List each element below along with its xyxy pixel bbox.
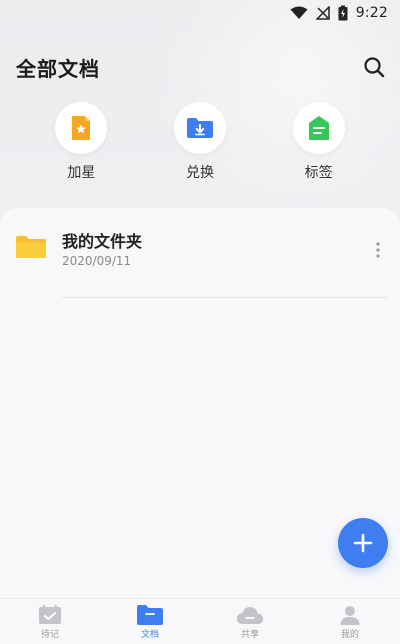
add-button[interactable] xyxy=(338,518,388,568)
wifi-icon xyxy=(290,6,308,20)
search-icon xyxy=(364,57,385,78)
nav-label: 我的 xyxy=(340,630,359,640)
more-options-button[interactable] xyxy=(370,236,386,264)
notebook-icon xyxy=(39,605,61,624)
tab-profile[interactable]: 我的 xyxy=(300,599,400,644)
divider xyxy=(62,297,388,298)
battery-charging-icon xyxy=(338,5,348,21)
tab-notes[interactable]: 待记 xyxy=(0,599,100,644)
plus-icon xyxy=(353,533,373,553)
nav-label: 待记 xyxy=(40,630,59,640)
search-button[interactable] xyxy=(360,53,388,81)
no-signal-icon xyxy=(315,6,330,20)
status-bar: 9:22 xyxy=(0,0,400,26)
quick-action-label: 加星 xyxy=(67,165,96,181)
page-title: 全部文档 xyxy=(16,56,100,81)
nav-label: 共享 xyxy=(240,630,259,640)
quick-action-tag[interactable]: 标签 xyxy=(279,102,359,182)
quick-action-exchange[interactable]: 兑换 xyxy=(160,102,240,182)
bottom-nav: 待记 文档 共享 我的 xyxy=(0,598,400,644)
item-date: 2020/09/11 xyxy=(62,254,132,268)
list-item[interactable]: 我的文件夹 2020/09/11 xyxy=(0,224,400,298)
quick-action-label: 兑换 xyxy=(185,165,214,181)
tab-documents[interactable]: 文档 xyxy=(100,599,200,644)
nav-label: 文档 xyxy=(140,630,159,640)
folder-icon xyxy=(137,605,163,625)
tab-share[interactable]: 共享 xyxy=(200,599,300,644)
item-title: 我的文件夹 xyxy=(62,232,143,251)
header: 全部文档 xyxy=(16,50,388,84)
more-vertical-icon xyxy=(376,242,380,258)
user-icon xyxy=(340,606,360,625)
quick-action-star[interactable]: 加星 xyxy=(41,102,121,182)
cloud-icon xyxy=(237,607,263,624)
folder-download-icon xyxy=(173,102,226,154)
quick-actions: 加星 兑换 标签 xyxy=(0,102,400,182)
tag-icon xyxy=(292,102,345,154)
quick-action-label: 标签 xyxy=(304,165,333,181)
folder-icon xyxy=(16,236,46,262)
status-time: 9:22 xyxy=(355,5,388,21)
star-doc-icon xyxy=(55,102,108,154)
